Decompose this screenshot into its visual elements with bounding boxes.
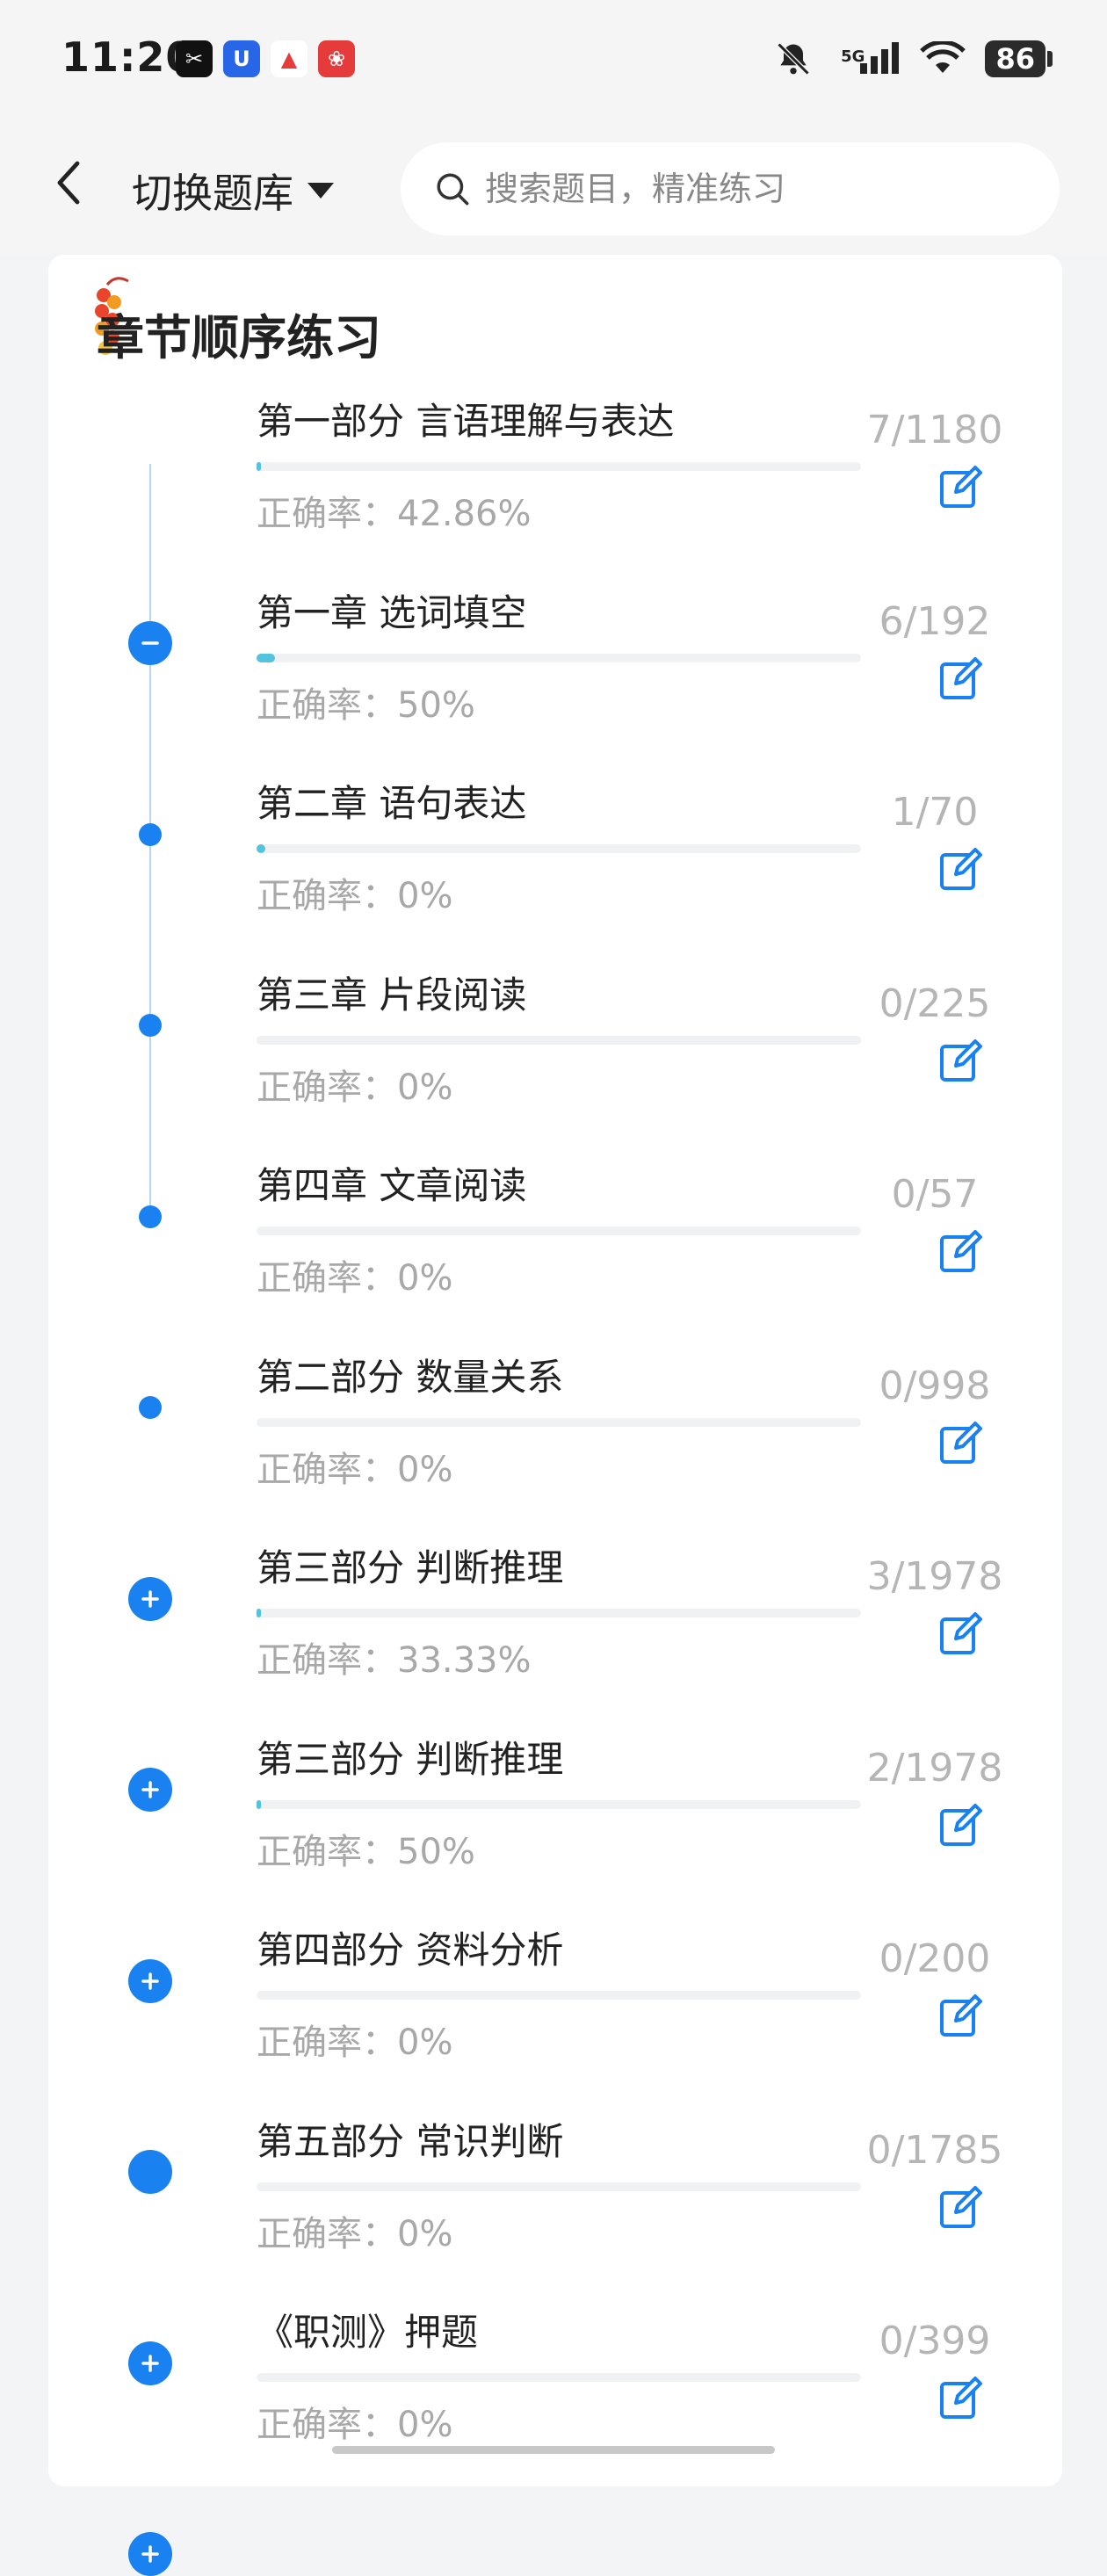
accuracy-text: 正确率：0% — [257, 1449, 453, 1490]
progress-fill — [257, 844, 265, 853]
practice-edit-icon[interactable] — [938, 1610, 984, 1656]
progress-bar — [257, 1799, 861, 1809]
signal-icon — [860, 42, 900, 74]
progress-bar — [257, 1226, 861, 1235]
progress-count: 6/192 — [879, 598, 991, 644]
progress-bar — [257, 1035, 861, 1045]
progress-fill — [257, 653, 276, 662]
progress-fill — [257, 462, 261, 471]
timeline-dot — [139, 822, 162, 846]
expand-icon[interactable] — [128, 1768, 172, 1812]
expand-icon[interactable] — [128, 1576, 172, 1621]
progress-bar — [257, 2182, 861, 2191]
progress-count: 0/225 — [879, 980, 991, 1026]
accuracy-text: 正确率：0% — [257, 1067, 453, 1108]
chapter-title[interactable]: 第四部分 资料分析 — [257, 1921, 563, 1974]
search-input[interactable] — [483, 169, 979, 209]
search-icon — [437, 173, 469, 206]
timeline-node[interactable] — [128, 2150, 172, 2194]
wifi-icon — [920, 40, 966, 73]
app-u-icon: U — [223, 40, 260, 77]
accuracy-text: 正确率：50% — [257, 1831, 475, 1872]
chapter-title[interactable]: 第三部分 判断推理 — [257, 1730, 563, 1784]
timeline-dot — [139, 1205, 162, 1228]
practice-edit-icon[interactable] — [938, 1228, 984, 1274]
chapter-title[interactable]: 《职测》押题 — [257, 2303, 478, 2356]
accuracy-text: 正确率：0% — [257, 1258, 453, 1299]
accuracy-text: 正确率：42.86% — [257, 494, 532, 534]
progress-count: 7/1180 — [866, 408, 1003, 452]
app-triangle-icon: ▲ — [271, 40, 308, 77]
timeline-dot — [139, 1014, 162, 1037]
progress-count: 0/200 — [879, 1936, 991, 1981]
chapter-title[interactable]: 第五部分 常识判断 — [257, 2112, 563, 2166]
progress-bar — [257, 1991, 861, 2000]
status-time: 11:20 — [62, 33, 195, 81]
accuracy-text: 正确率：0% — [257, 2213, 453, 2254]
switch-bank-label: 切换题库 — [132, 170, 293, 217]
progress-bar — [257, 844, 861, 853]
mute-bell-icon — [777, 42, 810, 75]
practice-edit-icon[interactable] — [938, 2184, 984, 2230]
collapse-icon[interactable] — [128, 621, 172, 665]
chapter-title[interactable]: 第一部分 言语理解与表达 — [257, 392, 674, 445]
progress-count: 2/1978 — [866, 1745, 1003, 1791]
practice-edit-icon[interactable] — [938, 1993, 984, 2038]
practice-edit-icon[interactable] — [938, 1420, 984, 1465]
expand-icon[interactable] — [128, 2532, 172, 2576]
chapter-title[interactable]: 第一章 选词填空 — [257, 583, 526, 637]
chapter-title[interactable]: 第三章 片段阅读 — [257, 966, 526, 1019]
chapter-title[interactable]: 第四章 文章阅读 — [257, 1156, 526, 1210]
expand-icon[interactable] — [128, 1958, 172, 2003]
progress-count: 0/399 — [879, 2319, 991, 2363]
app-red-icon: ❀ — [318, 40, 355, 77]
practice-edit-icon[interactable] — [938, 655, 984, 701]
nav-bar: 切换题库 — [0, 123, 1107, 255]
progress-fill — [257, 1799, 261, 1809]
progress-bar — [257, 2373, 861, 2382]
search-box[interactable] — [401, 142, 1060, 235]
switch-bank-button[interactable]: 切换题库 — [132, 162, 336, 220]
accuracy-text: 正确率：50% — [257, 684, 475, 726]
chapter-title[interactable]: 第三部分 判断推理 — [257, 1538, 563, 1592]
chapter-title[interactable]: 第二章 语句表达 — [257, 774, 526, 828]
timeline-line — [149, 464, 151, 1228]
status-right: 5G 86 — [774, 39, 1053, 78]
notification-icons: ✂ U ▲ ❀ — [176, 40, 355, 77]
back-arrow-icon — [57, 161, 80, 205]
chapter-title[interactable]: 第二部分 数量关系 — [257, 1348, 563, 1401]
caret-down-icon — [308, 183, 334, 199]
practice-edit-icon[interactable] — [938, 1038, 984, 1083]
accuracy-text: 正确率：0% — [257, 2022, 453, 2063]
practice-edit-icon[interactable] — [938, 1802, 984, 1848]
progress-count: 1/70 — [891, 790, 979, 835]
accuracy-text: 正确率：0% — [257, 876, 453, 916]
accuracy-text: 正确率：33.33% — [257, 1640, 532, 1681]
progress-bar — [257, 1609, 861, 1617]
battery-indicator: 86 — [985, 40, 1053, 77]
expand-icon[interactable] — [128, 2341, 172, 2385]
progress-count: 0/57 — [891, 1172, 979, 1217]
practice-edit-icon[interactable] — [938, 464, 984, 510]
progress-bar — [257, 653, 861, 662]
progress-count: 3/1978 — [866, 1554, 1003, 1599]
progress-bar — [257, 462, 861, 471]
status-bar: 11:20 ✂ U ▲ ❀ 5G 86 — [0, 0, 1107, 123]
progress-count: 0/998 — [879, 1363, 991, 1408]
timeline-dot — [139, 1396, 162, 1419]
section-title: 章节顺序练习 — [97, 310, 381, 365]
network-type: 5G — [841, 47, 865, 66]
practice-edit-icon[interactable] — [938, 846, 984, 892]
progress-fill — [257, 1609, 261, 1617]
capcut-icon: ✂ — [176, 40, 213, 77]
back-button[interactable] — [44, 156, 97, 209]
progress-count: 0/1785 — [866, 2127, 1003, 2173]
accuracy-text: 正确率：0% — [257, 2405, 453, 2445]
home-indicator[interactable] — [332, 2446, 775, 2454]
practice-edit-icon[interactable] — [938, 2375, 984, 2420]
progress-bar — [257, 1417, 861, 1427]
